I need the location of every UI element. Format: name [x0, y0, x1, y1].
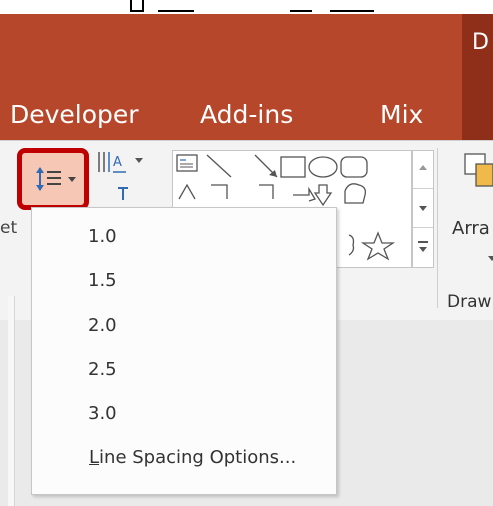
panel-edge: [8, 296, 15, 506]
svg-text:A: A: [113, 155, 122, 170]
tab-add-ins[interactable]: Add-ins: [200, 100, 293, 129]
arrange-icon[interactable]: [462, 150, 493, 200]
access-key: L: [89, 447, 100, 468]
toolbar-icon-fragment: [290, 4, 312, 12]
line-spacing-button[interactable]: [17, 148, 89, 210]
text-direction-icon[interactable]: A: [96, 150, 128, 176]
menu-item-label: Line Spacing Options...: [89, 447, 296, 468]
line-spacing-option-2-0[interactable]: 2.0: [33, 305, 335, 349]
gallery-more-button[interactable]: [413, 229, 433, 267]
line-spacing-menu: 1.0 1.5 2.0 2.5 3.0 Line Spacing Options…: [31, 207, 337, 495]
chevron-down-icon: [419, 206, 427, 211]
toolbar-icon-fragment: [158, 4, 194, 12]
drawing-group-label: Draw: [447, 292, 492, 312]
group-divider: [437, 148, 438, 308]
line-spacing-options-item[interactable]: Line Spacing Options...: [33, 437, 335, 481]
line-spacing-option-3-0[interactable]: 3.0: [33, 393, 335, 437]
tab-contextual[interactable]: D: [472, 30, 489, 55]
chevron-down-icon: [68, 177, 76, 182]
gallery-scrollbar[interactable]: [412, 150, 434, 268]
gallery-scroll-down-button[interactable]: [413, 190, 433, 228]
menu-item-label: 1.5: [88, 270, 117, 291]
menu-item-label: 3.0: [88, 403, 117, 424]
gallery-scroll-up-button[interactable]: [413, 151, 433, 189]
tab-mix[interactable]: Mix: [380, 100, 423, 129]
line-spacing-option-1-0[interactable]: 1.0: [33, 216, 335, 260]
align-text-icon[interactable]: [100, 186, 130, 206]
more-icon: [418, 241, 428, 243]
arrange-button-label[interactable]: Arra: [452, 218, 490, 239]
toolbar-icon-fragment: [130, 0, 144, 12]
chevron-down-icon: [135, 158, 143, 163]
menu-item-label-rest: ine Spacing Options...: [99, 447, 297, 468]
chevron-down-icon: [419, 247, 427, 252]
menu-item-label: 2.0: [88, 315, 117, 336]
line-spacing-option-2-5[interactable]: 2.5: [33, 349, 335, 393]
toolbar-icon-fragment: [330, 4, 374, 12]
menu-item-label: 2.5: [88, 359, 117, 380]
line-spacing-icon: [36, 167, 61, 191]
line-spacing-option-1-5[interactable]: 1.5: [33, 260, 335, 304]
top-toolbar-strip: [0, 0, 493, 15]
chevron-up-icon: [419, 165, 427, 170]
tab-developer[interactable]: Developer: [10, 100, 139, 129]
partial-label: et: [0, 218, 18, 238]
chevron-down-icon: [488, 256, 493, 261]
menu-item-label: 1.0: [88, 226, 117, 247]
